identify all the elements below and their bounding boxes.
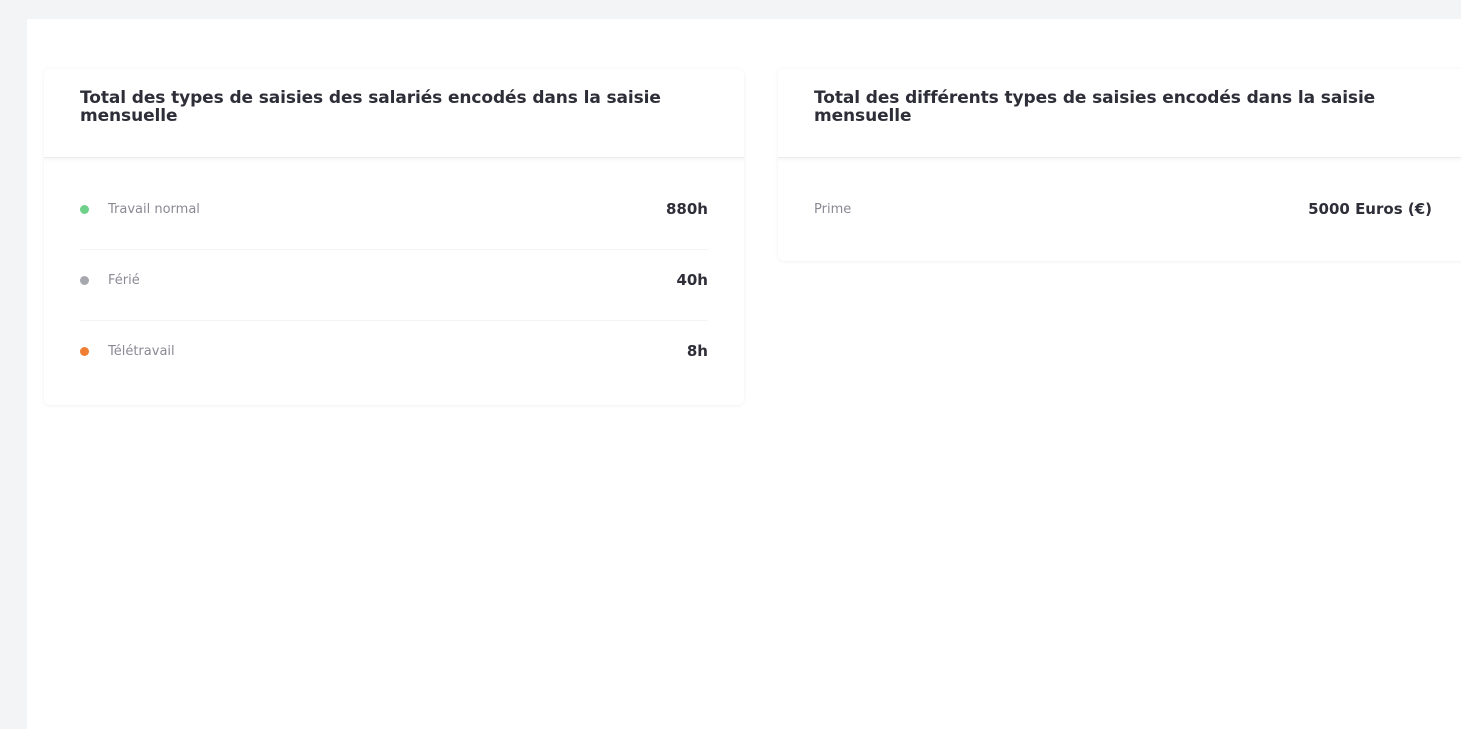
row-divider	[80, 320, 708, 321]
entry-types-card: Total des différents types de saisies en…	[778, 69, 1461, 261]
employee-entry-types-card: Total des types de saisies des salariés …	[44, 69, 744, 405]
status-dot-icon	[80, 205, 89, 214]
row-divider	[80, 249, 708, 250]
item-value: 8h	[686, 342, 708, 360]
item-value: 880h	[666, 200, 708, 218]
list-item-travail-normal: Travail normal 880h	[80, 199, 708, 219]
item-label: Télétravail	[108, 344, 175, 359]
status-dot-icon	[80, 347, 89, 356]
list-item-ferie: Férié 40h	[80, 270, 708, 290]
item-label: Travail normal	[108, 202, 200, 217]
list-item-teletravail: Télétravail 8h	[80, 341, 708, 361]
list-item-prime: Prime 5000 Euros (€)	[814, 199, 1432, 219]
item-value: 5000 Euros (€)	[1308, 200, 1432, 218]
status-dot-icon	[80, 276, 89, 285]
card-header: Total des types de saisies des salariés …	[44, 69, 744, 163]
card-title: Total des types de saisies des salariés …	[80, 88, 661, 126]
card-header: Total des différents types de saisies en…	[778, 69, 1461, 163]
item-label: Prime	[814, 202, 852, 217]
card-title: Total des différents types de saisies en…	[814, 88, 1376, 126]
item-value: 40h	[676, 271, 708, 289]
item-label: Férié	[108, 273, 140, 288]
page-content: Total des types de saisies des salariés …	[27, 19, 1461, 729]
